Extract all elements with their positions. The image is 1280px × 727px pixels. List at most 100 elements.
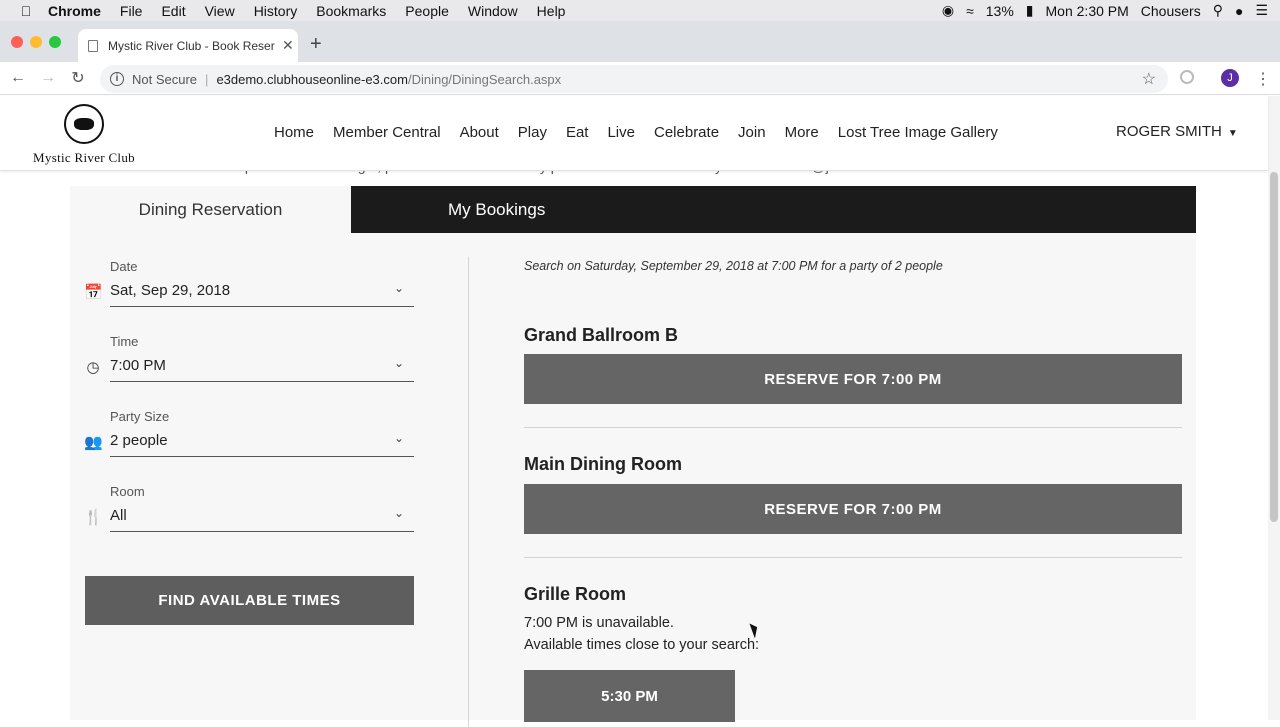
profile-avatar[interactable]: J: [1221, 69, 1239, 87]
record-icon[interactable]: ◉: [942, 2, 954, 19]
back-icon[interactable]: ←: [6, 69, 30, 87]
fork-knife-icon: 🍴: [84, 509, 103, 526]
reservation-tabs: Dining Reservation My Bookings: [70, 186, 1196, 233]
new-tab-icon[interactable]: +: [310, 33, 322, 56]
date-select[interactable]: Sat, Sep 29, 2018 ⌄: [110, 279, 414, 307]
chevron-down-icon: ⌄: [393, 506, 404, 520]
menu-window[interactable]: Window: [468, 3, 518, 19]
chrome-menu-icon[interactable]: ⋮: [1255, 69, 1271, 89]
menu-view[interactable]: View: [205, 3, 235, 19]
chevron-down-icon: ⌄: [393, 356, 404, 370]
date-value: Sat, Sep 29, 2018: [110, 282, 231, 299]
time-label: Time: [110, 334, 139, 349]
page-scrollbar[interactable]: [1268, 96, 1280, 720]
tab-my-bookings[interactable]: My Bookings: [351, 186, 1196, 233]
chevron-down-icon: ⌄: [393, 281, 404, 295]
nav-live[interactable]: Live: [607, 124, 635, 141]
column-divider: [468, 257, 469, 727]
caret-down-icon: ▼: [1227, 128, 1238, 139]
room-select[interactable]: All ⌄: [110, 504, 414, 532]
battery-percent[interactable]: 13%: [986, 3, 1014, 19]
browser-toolbar: ← → ↻ i Not Secure | e3demo.clubhouseonl…: [0, 62, 1280, 95]
spotlight-icon[interactable]: ⚲: [1213, 2, 1223, 19]
tab-dining-reservation[interactable]: Dining Reservation: [70, 186, 351, 233]
nav-celebrate[interactable]: Celebrate: [654, 124, 719, 141]
browser-tab-strip: Mystic River Club - Book Reser ✕ +: [0, 21, 1280, 62]
party-size-select[interactable]: 2 people ⌄: [110, 429, 414, 457]
main-nav: Home Member Central About Play Eat Live …: [274, 124, 1017, 141]
logo-emblem-icon: [64, 104, 104, 144]
tab-title: Mystic River Club - Book Reser: [108, 38, 275, 53]
clock-icon: ◷: [86, 359, 100, 376]
nav-about[interactable]: About: [460, 124, 499, 141]
room-value: All: [110, 507, 127, 524]
menu-history[interactable]: History: [254, 3, 298, 19]
room-label: Room: [110, 484, 145, 499]
reserve-button[interactable]: RESERVE FOR 7:00 PM: [524, 484, 1182, 534]
browser-tab[interactable]: Mystic River Club - Book Reser ✕: [78, 29, 298, 62]
calendar-icon: 📅: [84, 284, 103, 301]
user-menu-button[interactable]: ROGER SMITH ▼: [1116, 123, 1238, 140]
url-separator: |: [205, 71, 209, 87]
apple-icon[interactable]: : [16, 3, 36, 19]
battery-icon[interactable]: ▮: [1026, 2, 1034, 19]
logo-text: Mystic River Club: [33, 150, 135, 165]
user-menu[interactable]: Chousers: [1141, 3, 1201, 19]
app-menu: Chrome File Edit View History Bookmarks …: [48, 3, 584, 19]
reservation-panel: Date 📅 Sat, Sep 29, 2018 ⌄ Time ◷ 7:00 P…: [70, 233, 1196, 727]
close-tab-icon[interactable]: ✕: [282, 37, 294, 54]
time-select[interactable]: 7:00 PM ⌄: [110, 354, 414, 382]
security-status: Not Secure: [132, 71, 198, 87]
nav-join[interactable]: Join: [738, 124, 766, 141]
nav-more[interactable]: More: [785, 124, 819, 141]
time-value: 7:00 PM: [110, 357, 166, 374]
nav-eat[interactable]: Eat: [566, 124, 589, 141]
reload-icon[interactable]: ↻: [66, 68, 90, 88]
party-size-value: 2 people: [110, 432, 168, 449]
status-area: ◉ ≈ 13% ▮ Mon 2:30 PM Chousers ⚲ ● ☰: [930, 0, 1268, 21]
extension-icon[interactable]: [1180, 70, 1194, 84]
party-size-label: Party Size: [110, 409, 170, 424]
window-controls: [11, 36, 68, 48]
result-divider: [524, 427, 1182, 428]
scrollbar-thumb[interactable]: [1270, 172, 1278, 522]
nav-play[interactable]: Play: [518, 124, 547, 141]
nav-lost-tree-gallery[interactable]: Lost Tree Image Gallery: [838, 124, 998, 141]
notification-center-icon[interactable]: ☰: [1255, 2, 1268, 19]
menu-help[interactable]: Help: [537, 3, 566, 19]
reserve-button[interactable]: RESERVE FOR 7:00 PM: [524, 354, 1182, 404]
close-window-icon[interactable]: [11, 36, 23, 48]
macos-menu-bar:  Chrome File Edit View History Bookmark…: [0, 0, 1280, 21]
url-path: /Dining/DiningSearch.aspx: [407, 71, 562, 87]
site-header: Mystic River Club Home Member Central Ab…: [0, 96, 1268, 171]
nav-home[interactable]: Home: [274, 124, 314, 141]
nav-member-central[interactable]: Member Central: [333, 124, 441, 141]
page-icon: [88, 39, 98, 52]
club-logo[interactable]: Mystic River Club: [22, 104, 146, 166]
people-icon: 👥: [84, 434, 103, 451]
address-bar[interactable]: i Not Secure | e3demo.clubhouseonline-e3…: [100, 65, 1168, 93]
menu-app-name[interactable]: Chrome: [48, 3, 101, 19]
search-summary: Search on Saturday, September 29, 2018 a…: [524, 259, 943, 273]
chevron-down-icon: ⌄: [393, 431, 404, 445]
bookmark-star-icon[interactable]: ☆: [1142, 69, 1156, 89]
wifi-icon[interactable]: ≈: [966, 3, 974, 19]
forward-icon[interactable]: →: [36, 69, 60, 87]
user-name: ROGER SMITH: [1116, 123, 1222, 140]
room-title: Grand Ballroom B: [524, 325, 679, 345]
clock[interactable]: Mon 2:30 PM: [1046, 3, 1129, 19]
room-title: Main Dining Room: [524, 454, 682, 474]
menu-file[interactable]: File: [120, 3, 143, 19]
info-icon[interactable]: i: [110, 72, 124, 86]
close-times-message: Available times close to your search:: [524, 637, 760, 653]
find-available-times-button[interactable]: FIND AVAILABLE TIMES: [85, 576, 414, 625]
alternate-time-button[interactable]: 5:30 PM: [524, 670, 735, 722]
date-label: Date: [110, 259, 138, 274]
siri-icon[interactable]: ●: [1235, 3, 1243, 19]
url-host: e3demo.clubhouseonline-e3.com: [216, 71, 408, 87]
menu-bookmarks[interactable]: Bookmarks: [316, 3, 386, 19]
menu-edit[interactable]: Edit: [161, 3, 185, 19]
minimize-window-icon[interactable]: [30, 36, 42, 48]
menu-people[interactable]: People: [405, 3, 449, 19]
zoom-window-icon[interactable]: [49, 36, 61, 48]
